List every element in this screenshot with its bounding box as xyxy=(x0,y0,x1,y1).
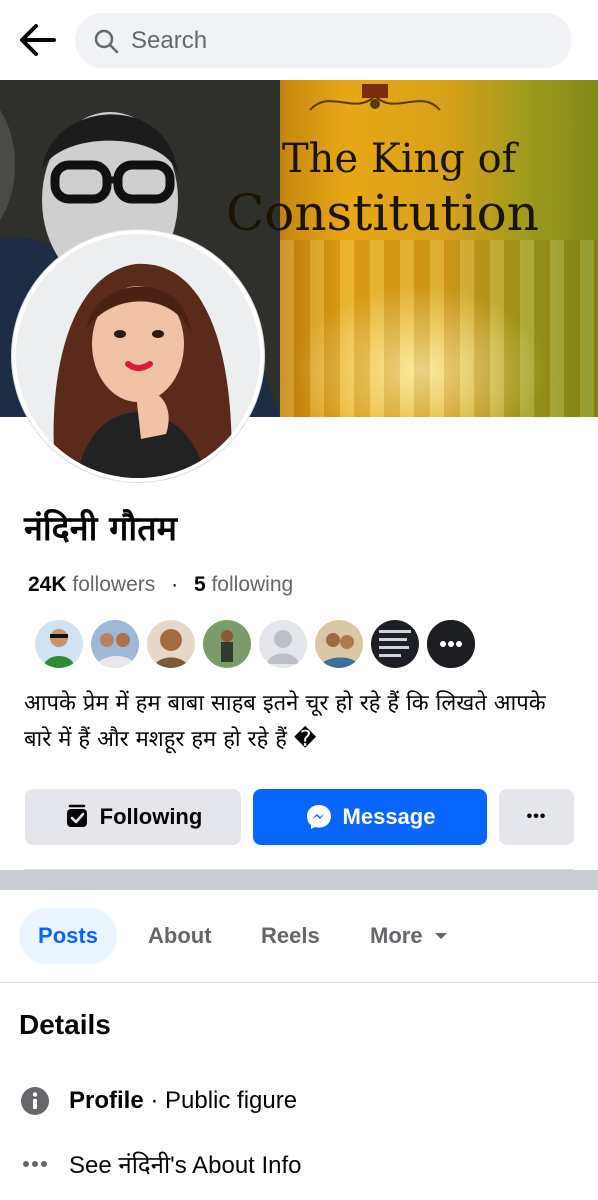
more-options-icon: ••• xyxy=(526,808,547,825)
friend-avatar[interactable] xyxy=(89,618,141,670)
search-placeholder: Search xyxy=(131,26,208,54)
caret-down-icon xyxy=(434,933,447,939)
friend-avatars xyxy=(33,618,493,670)
profile-avatar[interactable] xyxy=(12,230,264,482)
back-arrow-icon[interactable] xyxy=(18,22,58,58)
following-count[interactable]: 5 xyxy=(194,573,206,596)
friend-avatar[interactable] xyxy=(369,618,421,670)
profile-category-row: Profile · Public figure xyxy=(19,1083,297,1119)
more-dots-icon xyxy=(19,1148,51,1180)
profile-separator: · xyxy=(143,1087,166,1114)
more-dots-icon xyxy=(427,620,475,668)
details-heading: Details xyxy=(19,1009,111,1040)
messenger-icon xyxy=(306,805,331,829)
following-check-icon xyxy=(66,804,87,827)
more-options-button[interactable]: ••• xyxy=(499,789,574,845)
top-bar: Search xyxy=(0,0,598,80)
tab-more-label: More xyxy=(370,923,423,948)
friend-avatar[interactable] xyxy=(33,618,85,670)
ornament-icon xyxy=(309,84,441,111)
friend-avatar[interactable] xyxy=(145,618,197,670)
search-icon xyxy=(94,29,119,53)
profile-label: Profile xyxy=(69,1087,144,1114)
about-info-link[interactable]: See नंदिनी's About Info xyxy=(19,1146,302,1182)
friend-avatar[interactable] xyxy=(313,618,365,670)
tab-about[interactable]: About xyxy=(148,908,212,964)
profile-name: नंदिनी गौतम xyxy=(24,509,177,549)
followers-count[interactable]: 24K xyxy=(28,573,67,596)
profile-tabs: Posts About Reels More xyxy=(0,890,598,983)
section-divider xyxy=(0,870,598,890)
info-icon xyxy=(19,1085,51,1117)
about-info-label: See नंदिनी's About Info xyxy=(69,1151,302,1179)
profile-category: Public figure xyxy=(165,1087,298,1114)
friend-avatar[interactable] xyxy=(201,618,253,670)
message-button[interactable]: Message xyxy=(253,789,487,845)
more-friends-button[interactable] xyxy=(425,618,477,670)
tab-more[interactable]: More xyxy=(370,908,449,964)
following-button[interactable]: Following xyxy=(25,789,241,845)
friend-avatar[interactable] xyxy=(257,618,309,670)
tab-reels[interactable]: Reels xyxy=(261,908,320,964)
avatar-image xyxy=(16,234,260,478)
stats-separator: · xyxy=(171,573,179,596)
tab-posts[interactable]: Posts xyxy=(19,908,117,964)
follow-stats: 24K followers · 5 following xyxy=(28,573,293,597)
message-button-label: Message xyxy=(342,804,436,829)
cover-title-line1: The King of xyxy=(282,136,517,182)
following-label[interactable]: following xyxy=(211,573,293,596)
cover-title-line2: Constitution xyxy=(226,184,539,242)
profile-bio: आपके प्रेम में हम बाबा साहब इतने चूर हो … xyxy=(24,691,546,752)
following-button-label: Following xyxy=(99,804,203,829)
followers-label[interactable]: followers xyxy=(72,573,155,596)
search-input[interactable]: Search xyxy=(75,13,572,68)
